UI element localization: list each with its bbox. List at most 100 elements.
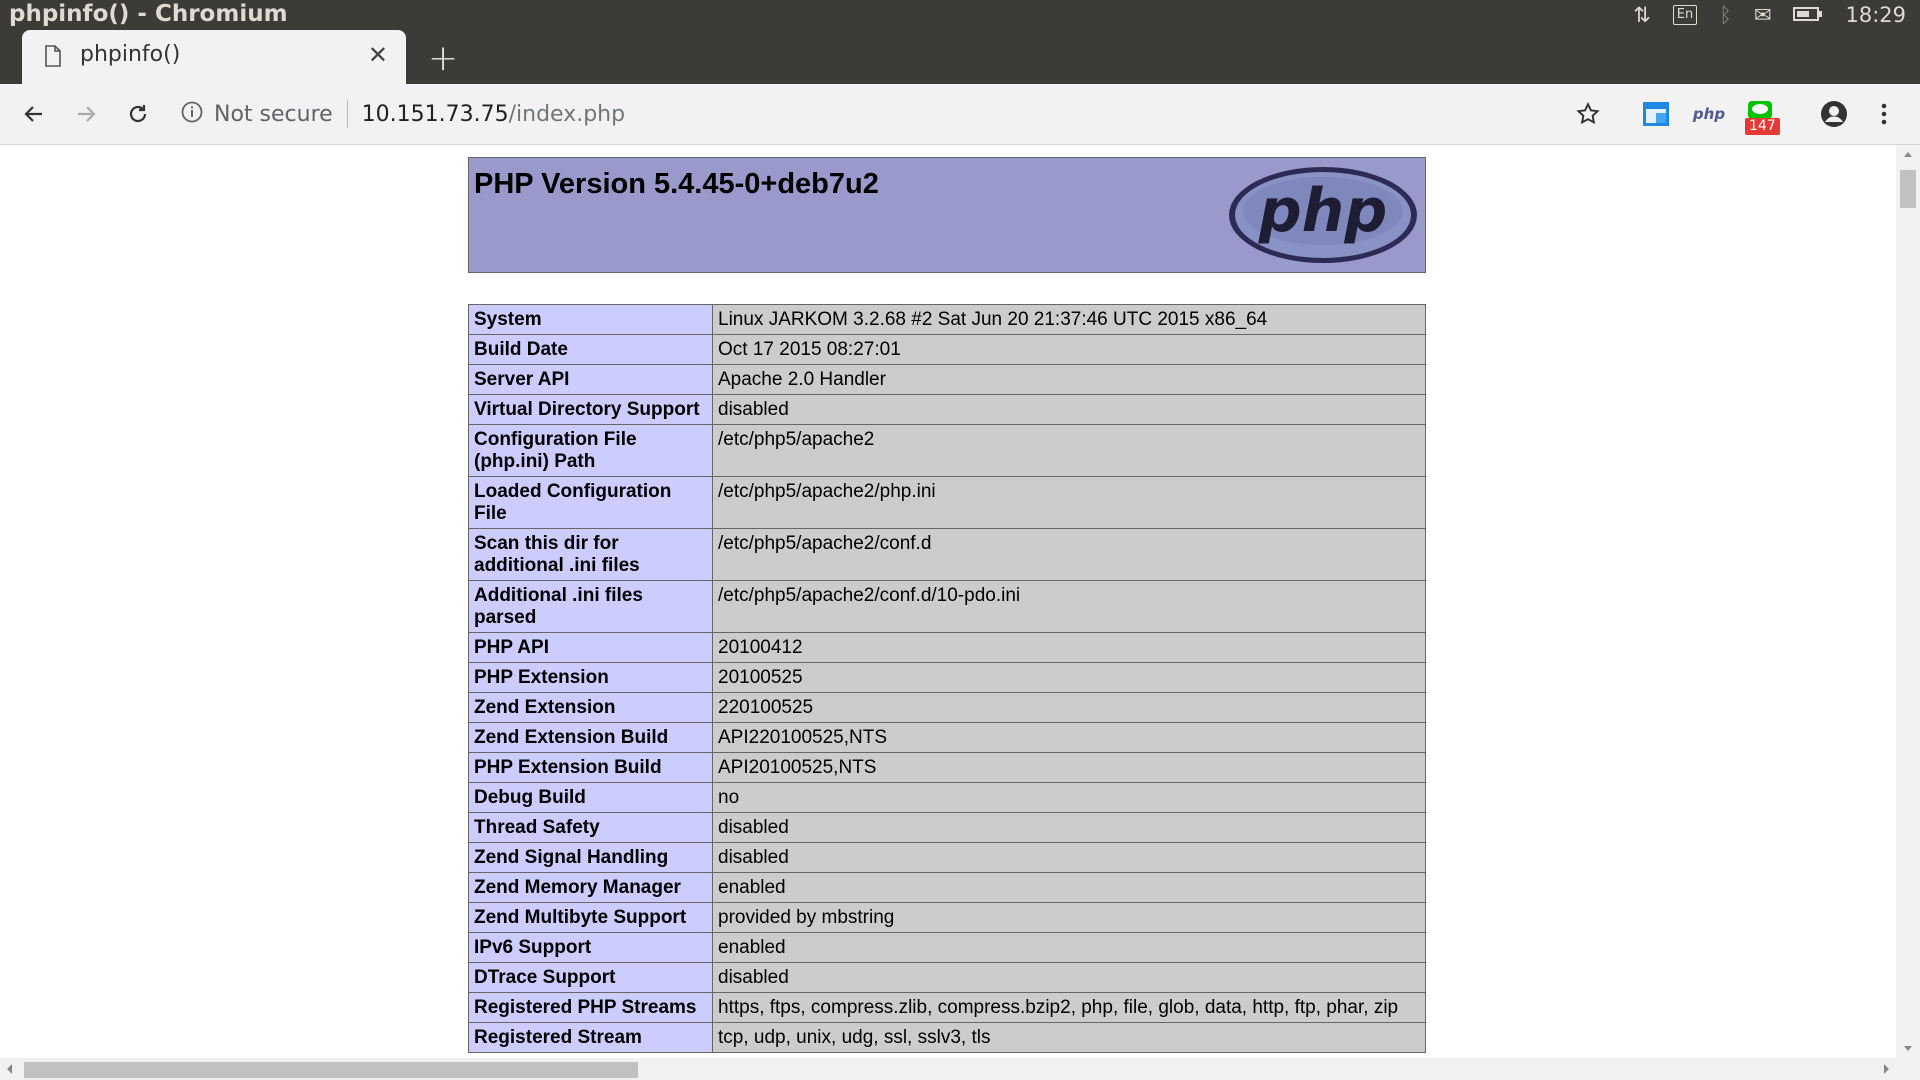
info-row: Virtual Directory Support disabled [468, 394, 1426, 425]
keyboard-language-indicator[interactable]: En [1672, 5, 1698, 25]
info-key: Additional .ini files parsed [468, 580, 713, 633]
info-row: Scan this dir for additional .ini files /… [468, 528, 1426, 581]
address-bar[interactable]: Not secure 10.151.73.75/index.php [180, 98, 625, 130]
vertical-scrollbar[interactable] [1896, 145, 1920, 1058]
info-key: System [468, 304, 713, 335]
info-row: Zend Memory Manager enabled [468, 872, 1426, 903]
window-title: phpinfo() - Chromium [9, 1, 288, 27]
info-value: tcp, udp, unix, udg, ssl, sslv3, tls [712, 1022, 1426, 1053]
info-value: Oct 17 2015 08:27:01 [712, 334, 1426, 365]
info-value: enabled [712, 872, 1426, 903]
info-value: no [712, 782, 1426, 813]
info-value: disabled [712, 394, 1426, 425]
back-button[interactable] [18, 98, 50, 130]
scroll-right-icon[interactable] [1878, 1058, 1894, 1080]
network-icon[interactable]: ⇅ [1633, 3, 1651, 27]
info-key: IPv6 Support [468, 932, 713, 963]
url-path: /index.php [508, 101, 626, 127]
forward-arrow-icon [78, 106, 96, 122]
horizontal-scroll-thumb[interactable] [24, 1062, 638, 1078]
info-key: Zend Extension Build [468, 722, 713, 753]
tab-close-icon[interactable]: ✕ [368, 41, 388, 69]
tab-phpinfo[interactable]: phpinfo() ✕ [22, 30, 406, 84]
info-icon[interactable] [180, 100, 204, 128]
mail-icon[interactable]: ✉ [1754, 3, 1772, 27]
php-logo: php [1227, 165, 1419, 269]
info-row: System Linux JARKOM 3.2.68 #2 Sat Jun 20 … [468, 304, 1426, 335]
info-value: enabled [712, 932, 1426, 963]
info-row: PHP Extension Build API20100525,NTS [468, 752, 1426, 783]
address-divider [346, 100, 348, 128]
info-key: Registered Stream [468, 1022, 713, 1053]
info-value: /etc/php5/apache2/php.ini [712, 476, 1426, 529]
scroll-up-icon[interactable] [1896, 147, 1920, 163]
info-value: 20100525 [712, 662, 1426, 693]
info-key: Zend Signal Handling [468, 842, 713, 873]
browser-toolbar: Not secure 10.151.73.75/index.php php [0, 84, 1920, 145]
info-key: Scan this dir for additional .ini files [468, 528, 713, 581]
info-row: Registered Stream tcp, udp, unix, udg, ss… [468, 1022, 1426, 1053]
info-key: Zend Memory Manager [468, 872, 713, 903]
info-value: API220100525,NTS [712, 722, 1426, 753]
info-key: PHP API [468, 632, 713, 663]
bookmark-star-icon[interactable] [1572, 98, 1604, 130]
window-titlebar: phpinfo() - Chromium ⇅ En ᛒ ✉ 18:29 [0, 0, 1920, 30]
info-row: PHP API 20100412 [468, 632, 1426, 663]
tab-title: phpinfo() [80, 42, 181, 67]
back-arrow-icon [24, 106, 42, 122]
info-value: provided by mbstring [712, 902, 1426, 933]
info-key: Build Date [468, 334, 713, 365]
info-key: PHP Extension [468, 662, 713, 693]
window-extension-icon[interactable] [1640, 98, 1672, 130]
info-key: PHP Extension Build [468, 752, 713, 783]
info-key: Server API [468, 364, 713, 395]
info-row: Zend Multibyte Support provided by mbstri… [468, 902, 1426, 933]
info-row: Loaded Configuration File/etc/php5/apach… [468, 476, 1426, 529]
battery-icon[interactable] [1793, 3, 1823, 27]
info-key: Zend Multibyte Support [468, 902, 713, 933]
scroll-left-icon[interactable] [2, 1058, 18, 1080]
info-key: Debug Build [468, 782, 713, 813]
info-row: DTrace Support disabled [468, 962, 1426, 993]
info-key: DTrace Support [468, 962, 713, 993]
scroll-down-icon[interactable] [1896, 1040, 1920, 1056]
bluetooth-icon[interactable]: ᛒ [1719, 3, 1732, 27]
info-row: Server API Apache 2.0 Handler [468, 364, 1426, 395]
info-row: Build Date Oct 17 2015 08:27:01 [468, 334, 1426, 365]
info-value: disabled [712, 812, 1426, 843]
forward-button[interactable] [70, 98, 102, 130]
profile-avatar-icon[interactable] [1818, 98, 1850, 130]
new-tab-button[interactable]: + [428, 38, 458, 79]
url-text[interactable]: 10.151.73.75/index.php [362, 102, 625, 127]
reload-icon [129, 105, 147, 123]
not-secure-label: Not secure [214, 101, 333, 127]
info-value: disabled [712, 962, 1426, 993]
info-value: Apache 2.0 Handler [712, 364, 1426, 395]
tab-strip: phpinfo() ✕ + [0, 30, 1920, 84]
info-row: Zend Signal Handling disabled [468, 842, 1426, 873]
info-key: Virtual Directory Support [468, 394, 713, 425]
info-row: Debug Build no [468, 782, 1426, 813]
menu-kebab-icon[interactable] [1868, 98, 1900, 130]
info-row: PHP Extension 20100525 [468, 662, 1426, 693]
info-row: Zend Extension 220100525 [468, 692, 1426, 723]
info-value: Linux JARKOM 3.2.68 #2 Sat Jun 20 21:37:… [712, 304, 1426, 335]
info-row: Registered PHP Streams https, ftps, compr… [468, 992, 1426, 1023]
info-value: /etc/php5/apache2 [712, 424, 1426, 477]
info-row: Thread Safety disabled [468, 812, 1426, 843]
vertical-scroll-thumb[interactable] [1900, 170, 1916, 208]
clock[interactable]: 18:29 [1845, 3, 1906, 27]
info-key: Registered PHP Streams [468, 992, 713, 1023]
reload-button[interactable] [122, 98, 154, 130]
page-viewport: PHP Version 5.4.45-0+deb7u2 php System Li… [0, 145, 1896, 1058]
info-value: 20100412 [712, 632, 1426, 663]
info-row: IPv6 Support enabled [468, 932, 1426, 963]
info-value: API20100525,NTS [712, 752, 1426, 783]
info-value: 220100525 [712, 692, 1426, 723]
php-version-header: PHP Version 5.4.45-0+deb7u2 php [468, 157, 1426, 273]
info-key: Configuration File (php.ini) Path [468, 424, 713, 477]
info-key: Loaded Configuration File [468, 476, 713, 529]
extension-badge-count: 147 [1745, 118, 1780, 135]
php-extension-icon[interactable]: php [1692, 98, 1726, 130]
info-value: https, ftps, compress.zlib, compress.bzi… [712, 992, 1426, 1023]
